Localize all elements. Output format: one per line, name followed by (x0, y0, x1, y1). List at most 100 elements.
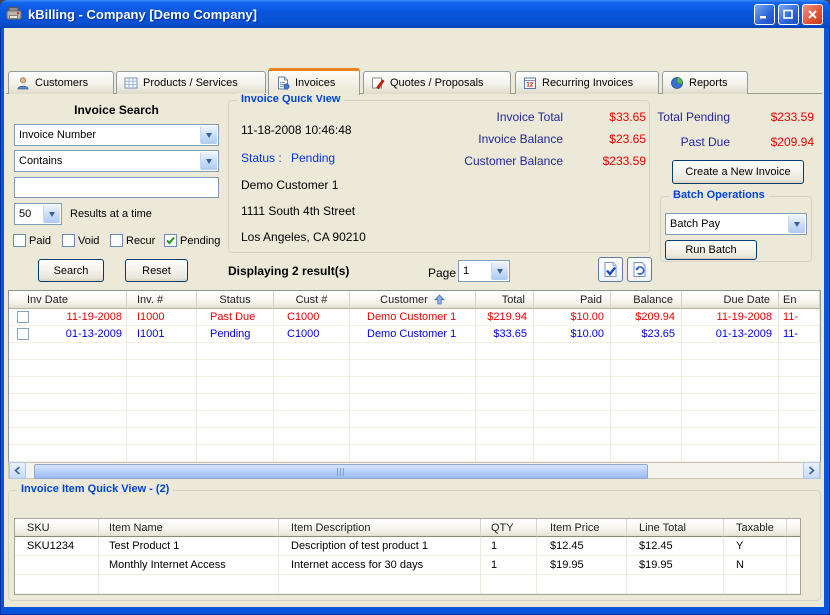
cell-customer: Demo Customer 1 (350, 309, 476, 326)
check-icon (166, 236, 175, 245)
page-value: 1 (463, 265, 469, 277)
batch-operation-dropdown[interactable]: Batch Pay (665, 213, 807, 235)
run-batch-button[interactable]: Run Batch (665, 240, 757, 260)
column-header-entered[interactable]: En (779, 291, 820, 309)
column-header-taxable[interactable]: Taxable (724, 519, 787, 537)
tab-recurring-invoices[interactable]: 12 Recurring Invoices (515, 71, 659, 94)
cell-due-date: 11-19-2008 (682, 309, 779, 326)
maximize-button[interactable] (778, 4, 799, 25)
column-header-cust-number[interactable]: Cust # (274, 291, 350, 309)
reset-button[interactable]: Reset (125, 259, 188, 282)
batch-operations-group: Batch Operations Batch Pay Run Batch (660, 196, 812, 262)
table-row[interactable]: 11-19-2008 I1000 Past Due C1000 Demo Cus… (9, 309, 820, 326)
filter-pending[interactable]: Pending (164, 234, 220, 247)
invoice-balance-row: Invoice Balance $23.65 (389, 132, 646, 146)
cell-balance: $209.94 (611, 309, 682, 326)
search-button[interactable]: Search (38, 259, 104, 282)
cell-item-price: $19.95 (537, 556, 627, 575)
item-row[interactable]: SKU1234 Test Product 1 Description of te… (15, 537, 800, 556)
chevron-down-icon[interactable] (788, 215, 805, 233)
tab-customers[interactable]: Customers (8, 71, 114, 94)
calendar-icon: 12 (523, 76, 537, 90)
scrollbar-thumb[interactable] (34, 464, 648, 479)
column-header-line-total[interactable]: Line Total (627, 519, 724, 537)
table-row[interactable]: 01-13-2009 I1001 Pending C1000 Demo Cust… (9, 326, 820, 343)
recur-checkbox[interactable] (110, 234, 123, 247)
cell-status: Pending (197, 326, 274, 343)
cell-item-price: $12.45 (537, 537, 627, 556)
page-size-value: 50 (19, 208, 31, 220)
column-header-item-price[interactable]: Item Price (537, 519, 627, 537)
filter-void[interactable]: Void (62, 234, 99, 247)
page-label: Page (428, 266, 456, 280)
refresh-button[interactable] (627, 257, 652, 282)
customer-name: Demo Customer 1 (241, 178, 338, 192)
chevron-down-icon[interactable] (200, 126, 217, 144)
filter-paid[interactable]: Paid (13, 234, 51, 247)
column-header-status[interactable]: Status (197, 291, 274, 309)
chevron-down-icon[interactable] (43, 205, 60, 223)
tab-invoices[interactable]: Invoices (268, 68, 360, 95)
invoice-icon (276, 76, 290, 90)
total-pending-value: $233.59 (771, 110, 814, 124)
column-header-balance[interactable]: Balance (611, 291, 682, 309)
cell-inv-number: I1000 (127, 309, 197, 326)
column-header-item-name[interactable]: Item Name (99, 519, 279, 537)
displaying-results-text: Displaying 2 result(s) (228, 264, 349, 278)
column-header-customer[interactable]: Customer (350, 291, 476, 309)
cell-item-name: Monthly Internet Access (99, 556, 279, 575)
customer-balance-row: Customer Balance $233.59 (389, 154, 646, 168)
column-header-total[interactable]: Total (476, 291, 534, 309)
column-header-inv-date[interactable]: Inv Date (9, 291, 127, 309)
invoice-datetime: 11-18-2008 10:46:48 (241, 123, 352, 137)
column-header-qty[interactable]: QTY (481, 519, 537, 537)
invoice-balance-label: Invoice Balance (389, 132, 563, 146)
close-button[interactable] (802, 4, 823, 25)
tab-products-services[interactable]: Products / Services (116, 71, 266, 94)
tab-label: Recurring Invoices (542, 77, 633, 89)
status-label: Status : (241, 151, 282, 165)
total-pending-label: Total Pending (653, 110, 730, 124)
app-icon (6, 6, 22, 22)
minimize-icon (759, 9, 770, 20)
scroll-left-button[interactable] (9, 462, 26, 479)
tab-reports[interactable]: Reports (662, 71, 748, 94)
column-header-paid[interactable]: Paid (534, 291, 611, 309)
column-header-inv-number[interactable]: Inv. # (127, 291, 197, 309)
past-due-value: $209.94 (771, 135, 814, 149)
empty-item-rows (15, 575, 800, 594)
status-value: Pending (291, 151, 335, 165)
minimize-button[interactable] (754, 4, 775, 25)
filter-recur[interactable]: Recur (110, 234, 155, 247)
row-checkbox[interactable] (17, 311, 29, 323)
search-query-input[interactable] (14, 177, 219, 198)
row-checkbox[interactable] (17, 328, 29, 340)
chevron-down-icon[interactable] (200, 152, 217, 170)
scroll-right-button[interactable] (803, 462, 820, 479)
cell-qty: 1 (481, 537, 537, 556)
pending-checkbox[interactable] (164, 234, 177, 247)
column-header-sku[interactable]: SKU (15, 519, 99, 537)
select-all-button[interactable] (598, 257, 623, 282)
tab-quotes-proposals[interactable]: Quotes / Proposals (363, 71, 511, 94)
void-checkbox[interactable] (62, 234, 75, 247)
cell-sku (15, 556, 99, 575)
cell-taxable: N (724, 556, 787, 575)
column-header-due-date[interactable]: Due Date (682, 291, 779, 309)
horizontal-scrollbar[interactable] (8, 462, 821, 479)
create-new-invoice-button[interactable]: Create a New Invoice (672, 160, 804, 184)
grid-icon (124, 76, 138, 90)
search-operator-dropdown[interactable]: Contains (14, 150, 219, 172)
chevron-down-icon[interactable] (491, 262, 508, 280)
item-row[interactable]: Monthly Internet Access Internet access … (15, 556, 800, 575)
paid-checkbox[interactable] (13, 234, 26, 247)
page-dropdown[interactable]: 1 (458, 260, 510, 282)
column-header-item-description[interactable]: Item Description (279, 519, 481, 537)
document-check-icon (602, 261, 619, 278)
svg-text:12: 12 (526, 82, 534, 89)
cell-line-total: $12.45 (627, 537, 724, 556)
recur-label: Recur (126, 235, 155, 247)
search-field-dropdown[interactable]: Invoice Number (14, 124, 219, 146)
page-size-dropdown[interactable]: 50 (14, 203, 62, 225)
tab-label: Customers (35, 77, 88, 89)
